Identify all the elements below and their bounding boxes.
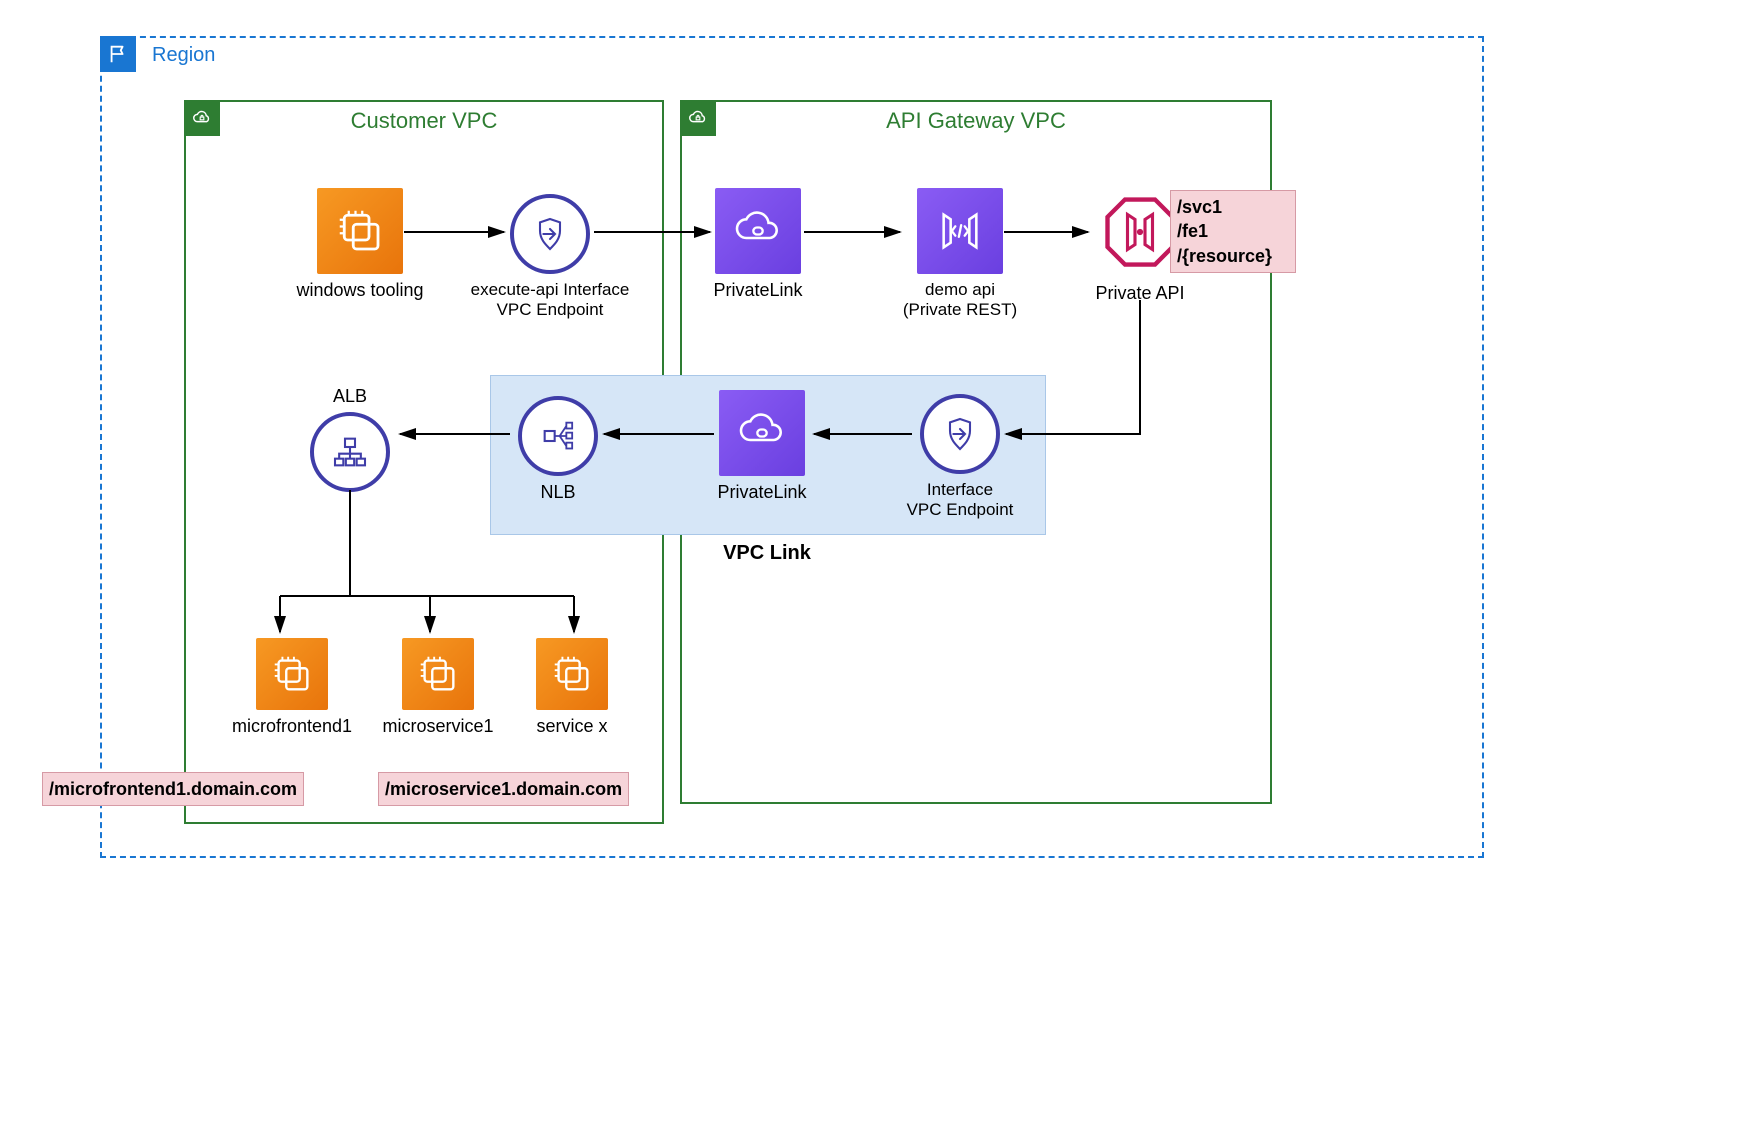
api-gateway-icon	[917, 188, 1003, 274]
endpoint-glyph-icon	[940, 414, 980, 454]
ec2-glyph-icon	[333, 204, 387, 258]
vpc-badge-icon	[184, 100, 220, 136]
iface-label-l1: Interface	[880, 480, 1040, 500]
ec2-icon	[317, 188, 403, 274]
microservice1-node: microservice1	[368, 638, 508, 738]
api-route-svc1: /svc1	[1177, 195, 1289, 219]
ec2-glyph-icon	[415, 651, 461, 697]
private-api-icon	[1100, 192, 1180, 272]
alb-label: ALB	[300, 386, 400, 408]
nlb-node: NLB	[508, 396, 608, 504]
ec2-icon	[536, 638, 608, 710]
privatelink-top-node: PrivateLink	[698, 188, 818, 302]
ec2-icon	[256, 638, 328, 710]
msvc-domain-box: /microservice1.domain.com	[378, 772, 629, 806]
demo-api-node: demo api (Private REST)	[890, 188, 1030, 321]
privatelink-mid-node: PrivateLink	[702, 390, 822, 504]
servicex-node: service x	[512, 638, 632, 738]
microfrontend1-label: microfrontend1	[222, 716, 362, 738]
execapi-endpoint-node: execute-api Interface VPC Endpoint	[460, 194, 640, 321]
privatelink-glyph-icon	[730, 203, 786, 259]
vpc-endpoint-icon	[920, 394, 1000, 474]
ec2-glyph-icon	[549, 651, 595, 697]
apigw-glyph-icon	[932, 203, 988, 259]
alb-node: ALB	[300, 386, 400, 492]
windows-tooling-label: windows tooling	[280, 280, 440, 302]
api-route-resource: /{resource}	[1177, 244, 1289, 268]
vpc-endpoint-icon	[510, 194, 590, 274]
private-api-label: Private API	[1080, 283, 1200, 305]
region-label: Region	[152, 44, 215, 67]
nlb-label: NLB	[508, 482, 608, 504]
iface-endpoint-node: Interface VPC Endpoint	[880, 394, 1040, 521]
ec2-icon	[402, 638, 474, 710]
demo-api-label-l2: (Private REST)	[890, 300, 1030, 320]
region-flag-icon	[100, 36, 136, 72]
privatelink-glyph-icon	[734, 405, 790, 461]
windows-tooling-node: windows tooling	[280, 188, 440, 302]
privatelink-top-label: PrivateLink	[698, 280, 818, 302]
nlb-icon	[518, 396, 598, 476]
microfrontend1-node: microfrontend1	[222, 638, 362, 738]
privatelink-icon	[719, 390, 805, 476]
mfe-domain-text: /microfrontend1.domain.com	[49, 779, 297, 799]
msvc-domain-text: /microservice1.domain.com	[385, 779, 622, 799]
privatelink-mid-label: PrivateLink	[702, 482, 822, 504]
endpoint-glyph-icon	[530, 214, 570, 254]
microservice1-label: microservice1	[368, 716, 508, 738]
cloud-lock-icon	[191, 107, 213, 129]
servicex-label: service x	[512, 716, 632, 738]
vpc-badge-icon	[680, 100, 716, 136]
demo-api-label-l1: demo api	[890, 280, 1030, 300]
alb-icon	[310, 412, 390, 492]
apigw-vpc-label: API Gateway VPC	[886, 108, 1066, 134]
diagram-canvas: Region Customer VPC API Gateway VPC VPC …	[0, 0, 1742, 1143]
vpclink-label: VPC Link	[640, 542, 894, 565]
api-routes-box: /svc1 /fe1 /{resource}	[1170, 190, 1296, 273]
ec2-glyph-icon	[269, 651, 315, 697]
cloud-lock-icon	[687, 107, 709, 129]
nlb-glyph-icon	[538, 416, 578, 456]
mfe-domain-box: /microfrontend1.domain.com	[42, 772, 304, 806]
alb-glyph-icon	[330, 432, 370, 472]
customer-vpc-label: Customer VPC	[351, 108, 498, 134]
privatelink-icon	[715, 188, 801, 274]
execapi-label-l1: execute-api Interface	[460, 280, 640, 300]
api-route-fe1: /fe1	[1177, 219, 1289, 243]
execapi-label-l2: VPC Endpoint	[460, 300, 640, 320]
flag-icon	[107, 43, 129, 65]
iface-label-l2: VPC Endpoint	[880, 500, 1040, 520]
